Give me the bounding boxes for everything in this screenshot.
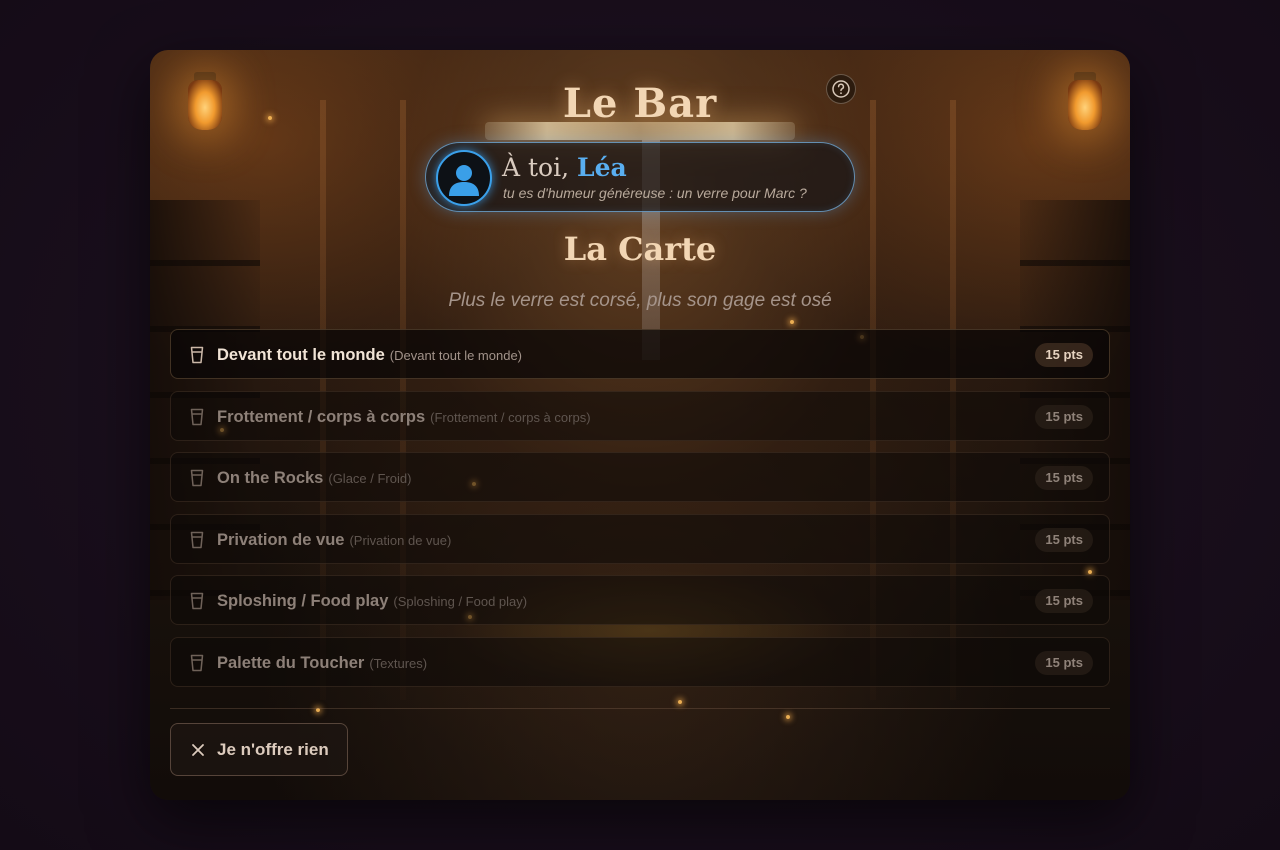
turn-announcement: À toi, Léa bbox=[502, 153, 627, 182]
menu-item-name: Sploshing / Food play bbox=[217, 592, 389, 610]
menu-item-frottement[interactable]: Frottement / corps à corps (Frottement / … bbox=[170, 390, 1110, 441]
turn-message: tu es d'humeur généreuse : un verre pour… bbox=[503, 185, 807, 201]
glass-icon bbox=[190, 654, 204, 671]
menu-item-name: Palette du Toucher bbox=[217, 653, 365, 672]
menu-item-label: Sploshing / Food play (Sploshing / Food p… bbox=[217, 592, 527, 611]
points-badge: 15 pts bbox=[1035, 527, 1093, 552]
glass-icon bbox=[190, 531, 204, 548]
decline-button[interactable]: Je n'offre rien bbox=[170, 723, 348, 776]
decline-label: Je n'offre rien bbox=[217, 739, 329, 759]
menu-item-sploshing[interactable]: Sploshing / Food play (Sploshing / Food p… bbox=[170, 575, 1110, 625]
menu-item-name: On the Rocks bbox=[217, 469, 324, 487]
player-name: Léa bbox=[577, 153, 627, 182]
footer-divider bbox=[170, 708, 1110, 709]
glass-icon bbox=[190, 469, 204, 487]
points-badge: 15 pts bbox=[1035, 343, 1093, 367]
menu-item-subtitle: (Frottement / corps à corps) bbox=[430, 409, 591, 425]
points-badge: 15 pts bbox=[1035, 589, 1093, 613]
menu-item-subtitle: (Sploshing / Food play) bbox=[393, 594, 528, 609]
menu-item-subtitle: (Devant tout le monde) bbox=[389, 348, 522, 363]
glass-icon bbox=[190, 346, 204, 364]
menu-item-palette-du-toucher[interactable]: Palette du Toucher (Textures) 15 pts bbox=[170, 636, 1110, 687]
avatar bbox=[436, 150, 492, 206]
points-badge: 15 pts bbox=[1035, 466, 1093, 490]
points-badge: 15 pts bbox=[1035, 650, 1093, 675]
menu-subtitle: Plus le verre est corsé, plus son gage e… bbox=[448, 290, 832, 311]
question-circle-icon bbox=[832, 80, 850, 98]
close-icon bbox=[192, 743, 204, 756]
menu-item-subtitle: (Textures) bbox=[369, 655, 428, 671]
bar-panel: Le Bar À toi, Léa tu es d'humeur généreu… bbox=[150, 50, 1130, 800]
menu-item-label: On the Rocks (Glace / Froid) bbox=[217, 469, 411, 488]
page-title: Le Bar bbox=[562, 80, 718, 127]
glass-icon bbox=[190, 592, 204, 610]
menu-item-name: Privation de vue bbox=[217, 530, 345, 549]
menu-item-label: Frottement / corps à corps (Frottement / … bbox=[217, 408, 591, 427]
menu-item-on-the-rocks[interactable]: On the Rocks (Glace / Froid) 15 pts bbox=[170, 452, 1110, 502]
points-badge: 15 pts bbox=[1035, 404, 1093, 429]
glass-icon bbox=[190, 408, 204, 425]
menu-item-subtitle: (Glace / Froid) bbox=[328, 471, 412, 486]
menu-item-privation-de-vue[interactable]: Privation de vue (Privation de vue) 15 pt… bbox=[170, 513, 1110, 564]
menu-item-name: Frottement / corps à corps bbox=[217, 407, 426, 426]
help-button[interactable] bbox=[826, 74, 856, 104]
current-turn-card: À toi, Léa tu es d'humeur généreuse : un… bbox=[425, 142, 855, 212]
turn-prefix: À toi, bbox=[502, 153, 577, 182]
user-silhouette-icon bbox=[449, 165, 479, 196]
menu-item-devant-tout-le-monde[interactable]: Devant tout le monde (Devant tout le mond… bbox=[170, 329, 1110, 379]
drink-menu-list: Devant tout le monde (Devant tout le mond… bbox=[170, 329, 1110, 698]
menu-item-label: Privation de vue (Privation de vue) bbox=[217, 531, 451, 550]
menu-item-label: Palette du Toucher (Textures) bbox=[217, 654, 427, 673]
menu-item-subtitle: (Privation de vue) bbox=[349, 532, 452, 548]
menu-item-name: Devant tout le monde bbox=[217, 346, 385, 364]
menu-title: La Carte bbox=[563, 230, 717, 268]
menu-item-label: Devant tout le monde (Devant tout le mond… bbox=[217, 346, 522, 365]
